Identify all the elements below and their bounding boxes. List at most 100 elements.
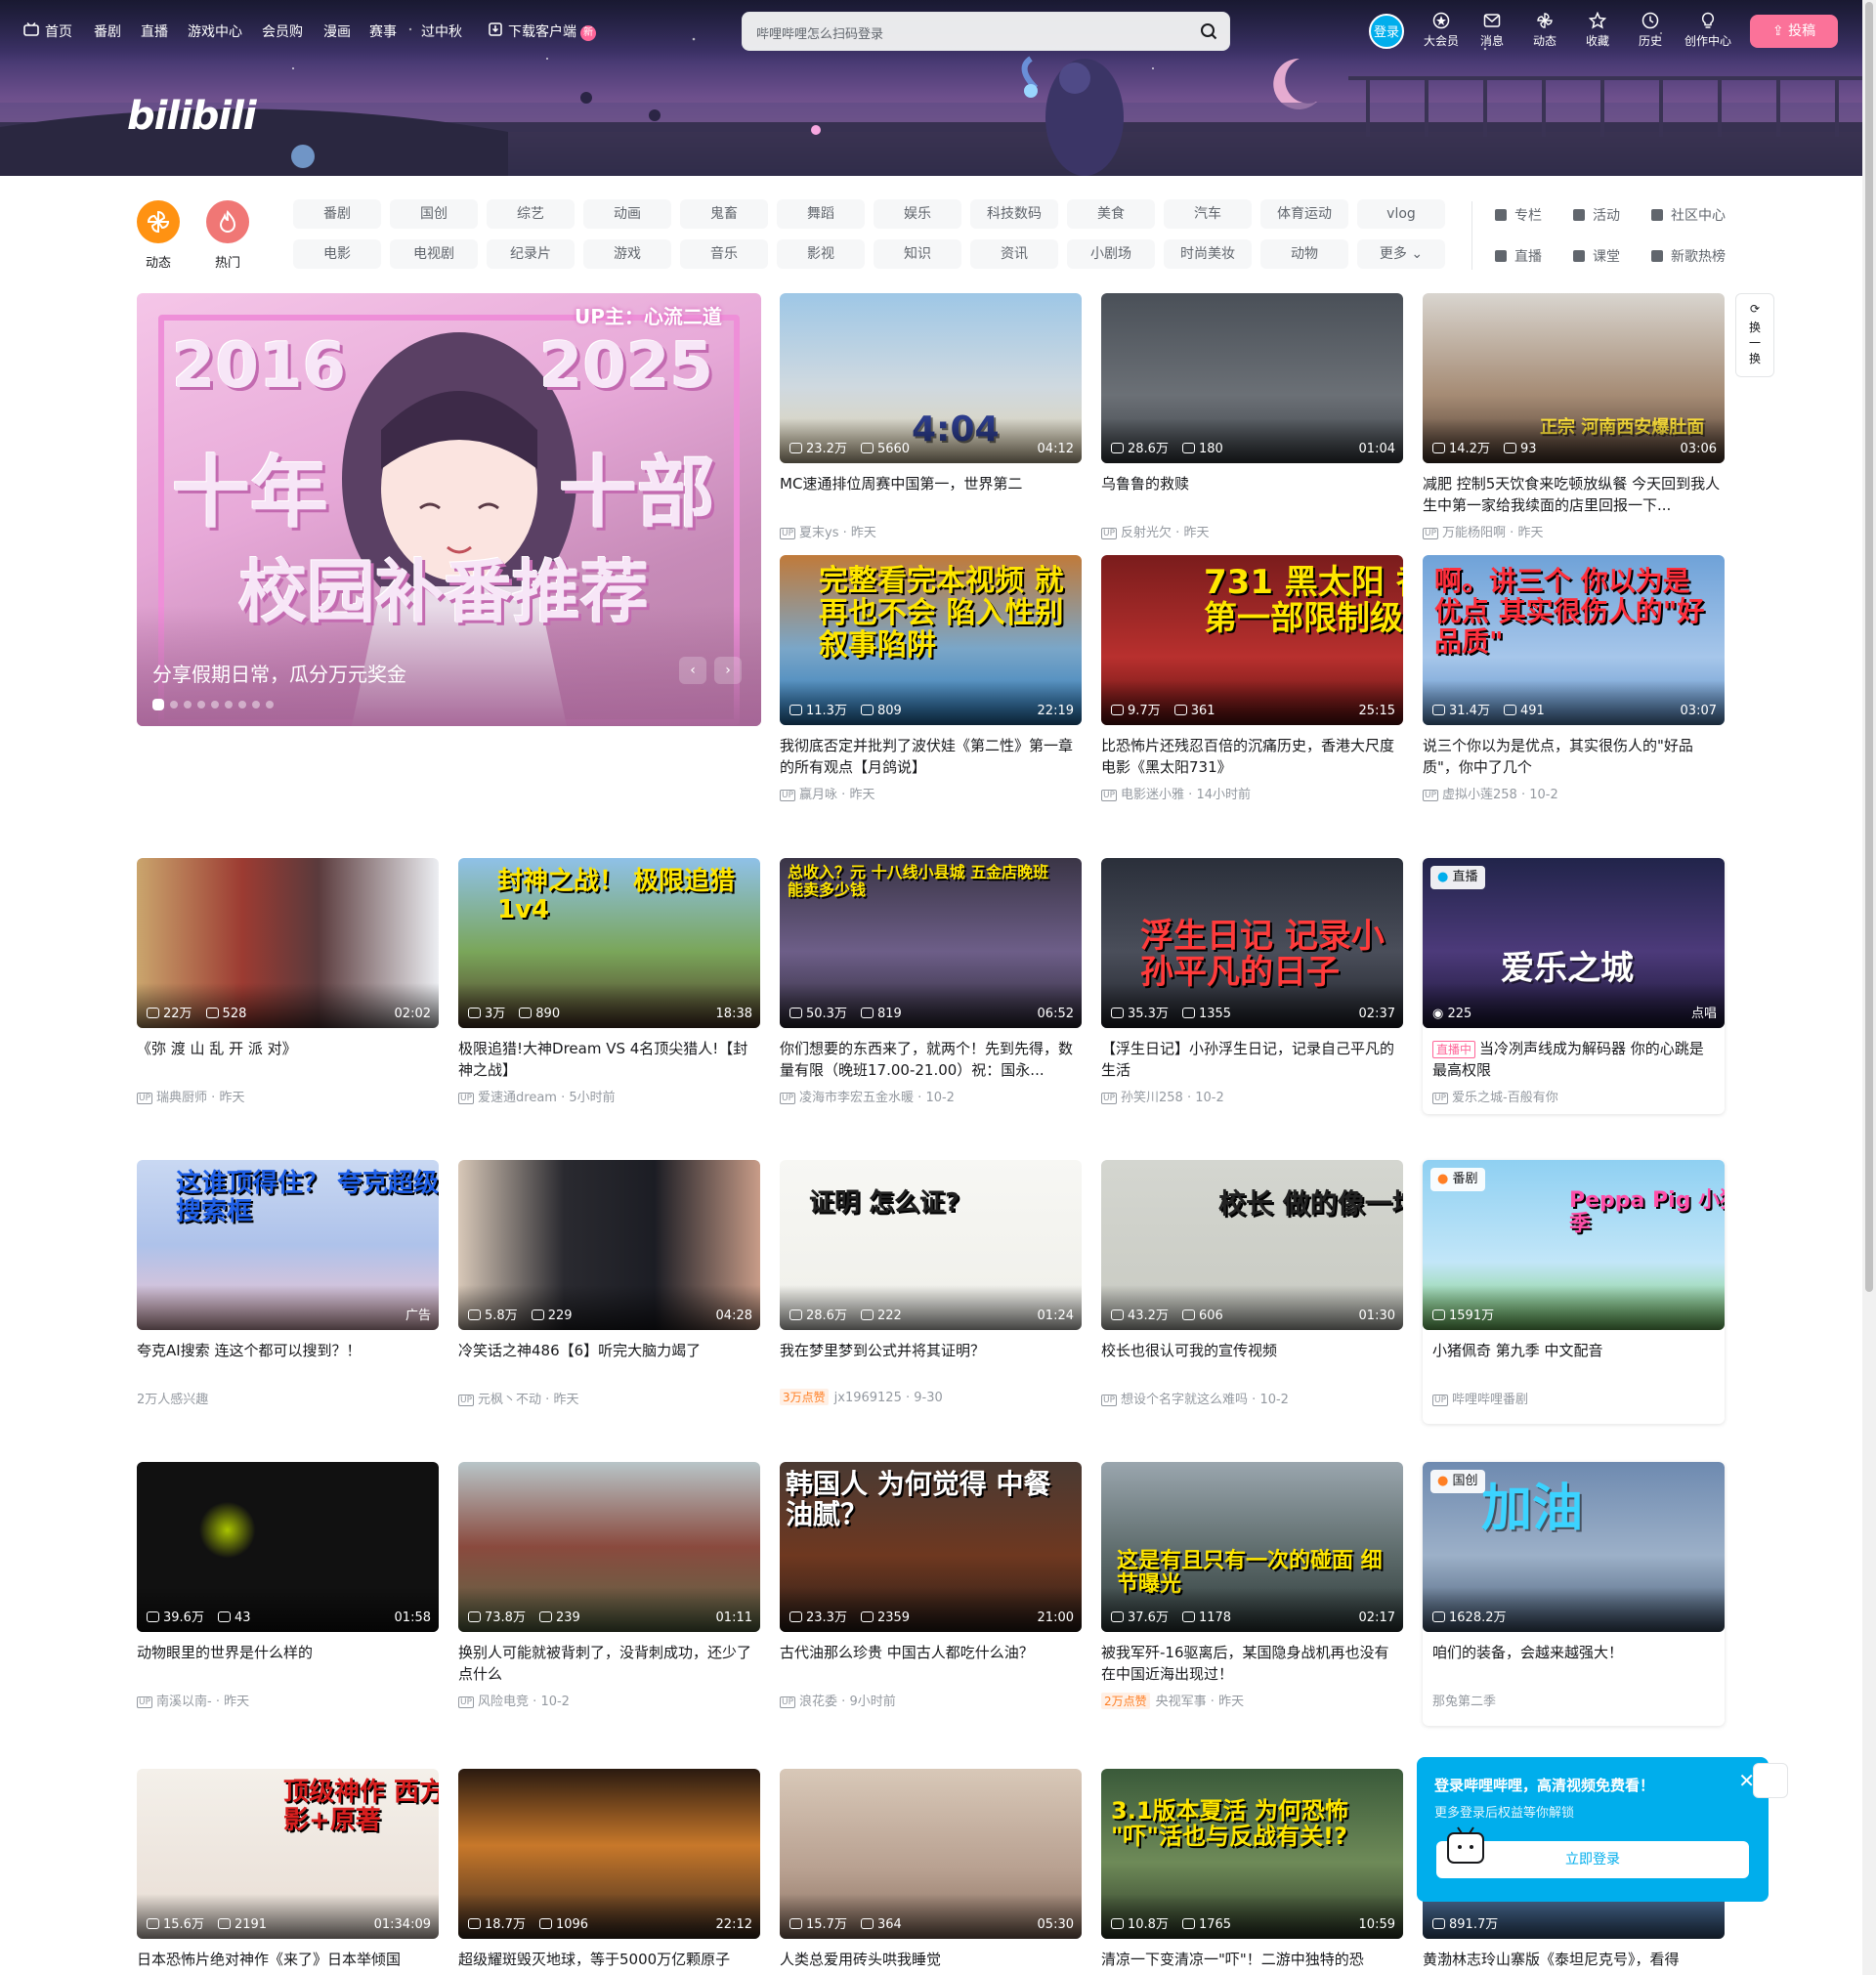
video-thumbnail[interactable]: 完整看完本视频 就再也不会 陷入性别叙事陷阱 11.3万 809 22:19 xyxy=(780,555,1082,725)
nav-download-client[interactable]: 下载客户端新 xyxy=(489,21,596,41)
nav-creator-center[interactable]: 创作中心 xyxy=(1679,12,1737,49)
video-thumbnail[interactable]: 浮生日记 记录小孙平凡的日子 35.3万 1355 02:37 xyxy=(1101,858,1403,1028)
video-thumbnail[interactable]: 28.6万 180 01:04 xyxy=(1101,293,1403,463)
nav-history[interactable]: 历史 xyxy=(1625,12,1676,49)
scrollbar-thumb[interactable] xyxy=(1865,2,1873,1292)
video-card[interactable]: Peppa Pig 小猪佩奇 第九季 ● 番剧 1591万小猪佩奇 第九季 中文配音… xyxy=(1423,1160,1725,1424)
quick-link-activity[interactable]: 活动 xyxy=(1573,205,1620,225)
carousel-next-button[interactable]: › xyxy=(714,657,742,684)
upload-button[interactable]: ⇪ 投稿 xyxy=(1750,15,1838,48)
video-thumbnail[interactable]: 正宗 河南西安爆肚面14.2万9303:06 xyxy=(1423,293,1725,463)
hot-circle-label[interactable]: 热门 xyxy=(198,252,257,271)
dynamic-circle-label[interactable]: 动态 xyxy=(129,252,188,271)
channel-dance[interactable]: 舞蹈 xyxy=(777,199,865,229)
side-float-icon[interactable] xyxy=(1753,1763,1788,1798)
video-author[interactable]: 虚拟小莲258 xyxy=(1442,788,1517,802)
video-thumbnail[interactable]: 韩国人 为何觉得 中餐油腻？ 23.3万 2359 21:00 xyxy=(780,1462,1082,1632)
video-card[interactable]: 73.8万 239 01:11 换别人可能就被背刺了，没背刺成功，还少了点什么 UP 风险… xyxy=(458,1462,760,1709)
channel-tech[interactable]: 科技数码 xyxy=(970,199,1058,229)
video-card[interactable]: 封神之战！ 极限追猎 1v4 3万 890 18:38 极限追猎!大神Dream VS … xyxy=(458,858,760,1105)
video-card[interactable]: 15.7万 364 05:30 人类总爱用砖头哄我睡觉 xyxy=(780,1769,1082,1975)
channel-vlog[interactable]: vlog xyxy=(1357,199,1445,229)
video-author[interactable]: 万能杨阳啊 xyxy=(1442,526,1506,540)
video-title[interactable]: 动物眼里的世界是什么样的 xyxy=(137,1642,439,1685)
channel-game[interactable]: 游戏 xyxy=(583,239,671,269)
nav-dynamic[interactable]: 动态 xyxy=(1519,12,1570,49)
nav-home[interactable]: 首页 xyxy=(23,21,72,41)
video-author[interactable]: 凌海市李宏五金水暖 xyxy=(799,1091,914,1105)
search-input[interactable]: 哔哩哔哩怎么扫码登录 xyxy=(756,23,883,42)
channel-guochuang[interactable]: 国创 xyxy=(390,199,478,229)
video-thumbnail[interactable]: Peppa Pig 小猪佩奇 第九季 ● 番剧 1591万 xyxy=(1423,1160,1725,1330)
video-thumbnail[interactable]: 加油 ● 国创 1628.2万 xyxy=(1423,1462,1725,1632)
nav-manga[interactable]: 漫画 xyxy=(323,21,351,41)
channel-music[interactable]: 音乐 xyxy=(680,239,768,269)
channel-animation[interactable]: 动画 xyxy=(583,199,671,229)
video-card[interactable]: 浮生日记 记录小孙平凡的日子 35.3万 1355 02:37 【浮生日记】小孙浮生日记… xyxy=(1101,858,1403,1105)
video-card[interactable]: 4:0423.2万566004:12MC速通排位周赛中国第一，世界第二UP夏末y… xyxy=(780,293,1082,540)
nav-mall[interactable]: 会员购 xyxy=(262,21,303,41)
video-title[interactable]: 超级耀斑毁灭地球，等于5000万亿颗原子 xyxy=(458,1949,760,1975)
video-title[interactable]: 被我军歼-16驱离后，某国隐身战机再也没有在中国近海出现过！ xyxy=(1101,1642,1403,1685)
video-author[interactable]: 央视军事 xyxy=(1156,1695,1207,1709)
channel-fashion[interactable]: 时尚美妆 xyxy=(1164,239,1252,269)
video-author[interactable]: 哔哩哔哩番剧 xyxy=(1452,1393,1528,1407)
video-author[interactable]: 那兔第二季 xyxy=(1432,1695,1496,1709)
video-card[interactable]: 这谁顶得住？ 夸克超级搜索框 广告 夸克AI搜索 连这个都可以搜到？！ 2万人感兴趣 xyxy=(137,1160,439,1407)
video-thumbnail[interactable]: 4:0423.2万566004:12 xyxy=(780,293,1082,463)
video-card[interactable]: 22万 528 02:02 《弥 渡 山 乱 开 派 对》 UP 瑞典厨师 · 昨天 xyxy=(137,858,439,1105)
video-title[interactable]: 清凉一下变清凉一"吓"！二游中独特的恐 xyxy=(1101,1949,1403,1975)
channel-tv[interactable]: 电视剧 xyxy=(390,239,478,269)
quick-link-music-chart[interactable]: 新歌热榜 xyxy=(1651,246,1726,266)
channel-knowledge[interactable]: 知识 xyxy=(874,239,961,269)
video-thumbnail[interactable]: 73.8万 239 01:11 xyxy=(458,1462,760,1632)
video-thumbnail[interactable]: 证明 怎么证? 28.6万 222 01:24 xyxy=(780,1160,1082,1330)
video-card[interactable]: 731 黑太阳 香港第一部限制级电影 9.7万 361 25:15 比恐怖片还残忍百倍的… xyxy=(1101,555,1403,802)
video-author[interactable]: 爱乐之城-百般有你 xyxy=(1452,1091,1558,1105)
video-title[interactable]: 换别人可能就被背刺了，没背刺成功，还少了点什么 xyxy=(458,1642,760,1685)
video-card[interactable]: 韩国人 为何觉得 中餐油腻？ 23.3万 2359 21:00 古代油那么珍贵 中国古人… xyxy=(780,1462,1082,1709)
video-card[interactable]: 这是有且只有一次的碰面 细节曝光 37.6万 1178 02:17 被我军歼-16驱离后… xyxy=(1101,1462,1403,1709)
search-icon[interactable] xyxy=(1200,22,1217,44)
video-title[interactable]: 夸克AI搜索 连这个都可以搜到？！ xyxy=(137,1340,439,1383)
channel-food[interactable]: 美食 xyxy=(1067,199,1155,229)
nav-live[interactable]: 直播 xyxy=(141,21,168,41)
video-title[interactable]: 直播中 当冷冽声线成为解码器 你的心跳是最高权限 xyxy=(1423,1038,1725,1081)
video-thumbnail[interactable]: 5.8万 229 04:28 xyxy=(458,1160,760,1330)
video-author[interactable]: 赢月咏 xyxy=(799,788,837,802)
search-box[interactable]: 哔哩哔哩怎么扫码登录 xyxy=(742,12,1230,51)
channel-more[interactable]: 更多 ⌄ xyxy=(1357,239,1445,269)
video-thumbnail[interactable]: 731 黑太阳 香港第一部限制级电影 9.7万 361 25:15 xyxy=(1101,555,1403,725)
quick-link-live[interactable]: 直播 xyxy=(1495,246,1542,266)
video-thumbnail[interactable]: 校长 做的像一坨 43.2万 606 01:30 xyxy=(1101,1160,1403,1330)
quick-link-classroom[interactable]: 课堂 xyxy=(1573,246,1620,266)
channel-film[interactable]: 影视 xyxy=(777,239,865,269)
video-author[interactable]: 夏末ys xyxy=(799,526,838,540)
video-card[interactable]: 加油 ● 国创 1628.2万 咱们的装备，会越来越强大！ 那兔第二季 xyxy=(1423,1462,1725,1726)
quick-link-community[interactable]: 社区中心 xyxy=(1651,205,1726,225)
featured-carousel[interactable]: UP主：心流二道 2016 2025 十年 十部 校园补番推荐 分享假期日常，瓜… xyxy=(137,293,761,726)
hot-circle-icon[interactable] xyxy=(206,200,249,243)
video-author[interactable]: 电影迷小雅 xyxy=(1121,788,1184,802)
video-author[interactable]: 南溪以南- xyxy=(156,1695,212,1709)
video-title[interactable]: 小猪佩奇 第九季 中文配音 xyxy=(1423,1340,1725,1383)
quick-link-column[interactable]: 专栏 xyxy=(1495,205,1542,225)
video-title[interactable]: 冷笑话之神486【6】听完大脑力竭了 xyxy=(458,1340,760,1383)
video-thumbnail[interactable]: 15.7万 364 05:30 xyxy=(780,1769,1082,1939)
video-title[interactable]: 说三个你以为是优点，其实很伤人的"好品质"，你中了几个 xyxy=(1423,735,1725,778)
video-thumbnail[interactable]: 总收入？元 十八线小县城 五金店晚班能卖多少钱 50.3万 819 06:52 xyxy=(780,858,1082,1028)
video-thumbnail[interactable]: 这谁顶得住？ 夸克超级搜索框 广告 xyxy=(137,1160,439,1330)
nav-esports[interactable]: 赛事 xyxy=(369,21,397,41)
video-title[interactable]: 比恐怖片还残忍百倍的沉痛历史，香港大尺度电影《黑太阳731》 xyxy=(1101,735,1403,778)
nav-vip[interactable]: 大会员 xyxy=(1416,12,1467,49)
carousel-caption[interactable]: 分享假期日常，瓜分万元奖金 xyxy=(152,659,406,687)
video-card[interactable]: 爱乐之城 ● 直播 ◉ 225 点唱 直播中 当冷冽声线成为解码器 你的心跳是最高权限 UP… xyxy=(1423,858,1725,1114)
channel-variety[interactable]: 综艺 xyxy=(487,199,575,229)
channel-documentary[interactable]: 纪录片 xyxy=(487,239,575,269)
video-thumbnail[interactable]: 爱乐之城 ● 直播 ◉ 225 点唱 xyxy=(1423,858,1725,1028)
nav-game-center[interactable]: 游戏中心 xyxy=(188,21,242,41)
video-title[interactable]: 我在梦里梦到公式并将其证明？ xyxy=(780,1340,1082,1383)
dynamic-circle-icon[interactable] xyxy=(137,200,180,243)
carousel-prev-button[interactable]: ‹ xyxy=(679,657,706,684)
nav-favorites[interactable]: 收藏 xyxy=(1572,12,1623,49)
